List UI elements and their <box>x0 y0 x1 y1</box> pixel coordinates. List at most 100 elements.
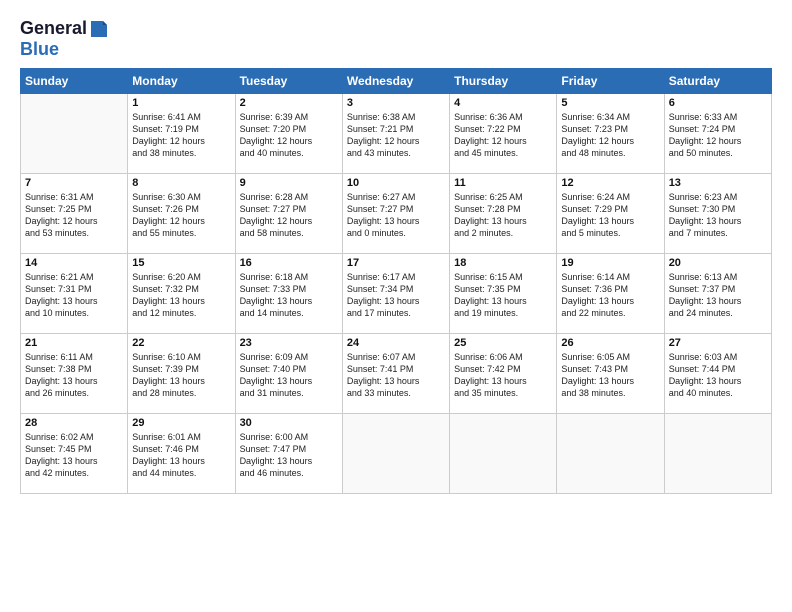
day-number: 9 <box>240 177 338 189</box>
calendar-cell: 20 Sunrise: 6:13 AM Sunset: 7:37 PM Dayli… <box>664 254 771 334</box>
day-number: 4 <box>454 97 552 109</box>
calendar-cell: 18 Sunrise: 6:15 AM Sunset: 7:35 PM Dayli… <box>450 254 557 334</box>
day-info: Sunrise: 6:38 AM Sunset: 7:21 PM Dayligh… <box>347 111 445 160</box>
day-number: 8 <box>132 177 230 189</box>
day-info: Sunrise: 6:27 AM Sunset: 7:27 PM Dayligh… <box>347 191 445 240</box>
calendar-cell: 2Sunrise: 6:39 AM Sunset: 7:20 PM Daylig… <box>235 94 342 174</box>
calendar-table: SundayMondayTuesdayWednesdayThursdayFrid… <box>20 68 772 494</box>
calendar-cell <box>557 414 664 494</box>
day-info: Sunrise: 6:34 AM Sunset: 7:23 PM Dayligh… <box>561 111 659 160</box>
calendar-cell: 26 Sunrise: 6:05 AM Sunset: 7:43 PM Dayli… <box>557 334 664 414</box>
day-info: Sunrise: 6:20 AM Sunset: 7:32 PM Dayligh… <box>132 271 230 320</box>
day-number: 28 <box>25 417 123 429</box>
day-info: Sunrise: 6:21 AM Sunset: 7:31 PM Dayligh… <box>25 271 123 320</box>
day-number: 12 <box>561 177 659 189</box>
day-info: Sunrise: 6:28 AM Sunset: 7:27 PM Dayligh… <box>240 191 338 240</box>
calendar-week-2: 7 Sunrise: 6:31 AM Sunset: 7:25 PM Daylig… <box>21 174 772 254</box>
calendar-week-3: 14Sunrise: 6:21 AM Sunset: 7:31 PM Dayli… <box>21 254 772 334</box>
day-number: 18 <box>454 257 552 269</box>
calendar-cell <box>450 414 557 494</box>
calendar-header-row: SundayMondayTuesdayWednesdayThursdayFrid… <box>21 69 772 94</box>
calendar-cell: 11 Sunrise: 6:25 AM Sunset: 7:28 PM Dayli… <box>450 174 557 254</box>
day-number: 16 <box>240 257 338 269</box>
day-number: 17 <box>347 257 445 269</box>
day-info: Sunrise: 6:11 AM Sunset: 7:38 PM Dayligh… <box>25 351 123 400</box>
calendar-cell: 15Sunrise: 6:20 AM Sunset: 7:32 PM Dayli… <box>128 254 235 334</box>
col-header-monday: Monday <box>128 69 235 94</box>
day-info: Sunrise: 6:17 AM Sunset: 7:34 PM Dayligh… <box>347 271 445 320</box>
day-number: 10 <box>347 177 445 189</box>
calendar-cell: 12 Sunrise: 6:24 AM Sunset: 7:29 PM Dayli… <box>557 174 664 254</box>
day-info: Sunrise: 6:33 AM Sunset: 7:24 PM Dayligh… <box>669 111 767 160</box>
day-info: Sunrise: 6:30 AM Sunset: 7:26 PM Dayligh… <box>132 191 230 240</box>
day-number: 5 <box>561 97 659 109</box>
calendar-cell: 23Sunrise: 6:09 AM Sunset: 7:40 PM Dayli… <box>235 334 342 414</box>
calendar-week-1: 1Sunrise: 6:41 AM Sunset: 7:19 PM Daylig… <box>21 94 772 174</box>
day-number: 21 <box>25 337 123 349</box>
day-number: 11 <box>454 177 552 189</box>
calendar-cell <box>664 414 771 494</box>
calendar-cell: 22 Sunrise: 6:10 AM Sunset: 7:39 PM Dayli… <box>128 334 235 414</box>
day-info: Sunrise: 6:05 AM Sunset: 7:43 PM Dayligh… <box>561 351 659 400</box>
logo-general-text: General <box>20 18 87 39</box>
calendar-cell: 8 Sunrise: 6:30 AM Sunset: 7:26 PM Daylig… <box>128 174 235 254</box>
day-number: 13 <box>669 177 767 189</box>
day-info: Sunrise: 6:07 AM Sunset: 7:41 PM Dayligh… <box>347 351 445 400</box>
day-number: 26 <box>561 337 659 349</box>
day-info: Sunrise: 6:41 AM Sunset: 7:19 PM Dayligh… <box>132 111 230 160</box>
day-info: Sunrise: 6:02 AM Sunset: 7:45 PM Dayligh… <box>25 431 123 480</box>
day-info: Sunrise: 6:01 AM Sunset: 7:46 PM Dayligh… <box>132 431 230 480</box>
calendar-cell: 30 Sunrise: 6:00 AM Sunset: 7:47 PM Dayli… <box>235 414 342 494</box>
day-info: Sunrise: 6:15 AM Sunset: 7:35 PM Dayligh… <box>454 271 552 320</box>
day-info: Sunrise: 6:23 AM Sunset: 7:30 PM Dayligh… <box>669 191 767 240</box>
day-info: Sunrise: 6:09 AM Sunset: 7:40 PM Dayligh… <box>240 351 338 400</box>
logo-blue-text: Blue <box>20 39 59 59</box>
calendar-week-5: 28 Sunrise: 6:02 AM Sunset: 7:45 PM Dayli… <box>21 414 772 494</box>
day-info: Sunrise: 6:31 AM Sunset: 7:25 PM Dayligh… <box>25 191 123 240</box>
calendar-cell: 5 Sunrise: 6:34 AM Sunset: 7:23 PM Daylig… <box>557 94 664 174</box>
calendar-week-4: 21 Sunrise: 6:11 AM Sunset: 7:38 PM Dayli… <box>21 334 772 414</box>
day-number: 30 <box>240 417 338 429</box>
logo: General Blue <box>20 18 109 60</box>
calendar-cell: 14Sunrise: 6:21 AM Sunset: 7:31 PM Dayli… <box>21 254 128 334</box>
day-number: 20 <box>669 257 767 269</box>
day-info: Sunrise: 6:39 AM Sunset: 7:20 PM Dayligh… <box>240 111 338 160</box>
calendar-cell: 17 Sunrise: 6:17 AM Sunset: 7:34 PM Dayli… <box>342 254 449 334</box>
day-info: Sunrise: 6:25 AM Sunset: 7:28 PM Dayligh… <box>454 191 552 240</box>
day-info: Sunrise: 6:24 AM Sunset: 7:29 PM Dayligh… <box>561 191 659 240</box>
day-number: 3 <box>347 97 445 109</box>
day-number: 27 <box>669 337 767 349</box>
day-info: Sunrise: 6:06 AM Sunset: 7:42 PM Dayligh… <box>454 351 552 400</box>
col-header-friday: Friday <box>557 69 664 94</box>
day-info: Sunrise: 6:13 AM Sunset: 7:37 PM Dayligh… <box>669 271 767 320</box>
day-number: 7 <box>25 177 123 189</box>
day-number: 24 <box>347 337 445 349</box>
day-info: Sunrise: 6:18 AM Sunset: 7:33 PM Dayligh… <box>240 271 338 320</box>
calendar-cell <box>21 94 128 174</box>
day-number: 22 <box>132 337 230 349</box>
page: General Blue SundayMondayTuesdayWednesda… <box>0 0 792 612</box>
calendar-cell: 19 Sunrise: 6:14 AM Sunset: 7:36 PM Dayli… <box>557 254 664 334</box>
day-number: 6 <box>669 97 767 109</box>
calendar-cell: 13 Sunrise: 6:23 AM Sunset: 7:30 PM Dayli… <box>664 174 771 254</box>
col-header-wednesday: Wednesday <box>342 69 449 94</box>
calendar-cell: 6 Sunrise: 6:33 AM Sunset: 7:24 PM Daylig… <box>664 94 771 174</box>
day-info: Sunrise: 6:10 AM Sunset: 7:39 PM Dayligh… <box>132 351 230 400</box>
calendar-cell: 7 Sunrise: 6:31 AM Sunset: 7:25 PM Daylig… <box>21 174 128 254</box>
col-header-saturday: Saturday <box>664 69 771 94</box>
day-info: Sunrise: 6:03 AM Sunset: 7:44 PM Dayligh… <box>669 351 767 400</box>
day-info: Sunrise: 6:14 AM Sunset: 7:36 PM Dayligh… <box>561 271 659 320</box>
day-number: 29 <box>132 417 230 429</box>
calendar-cell <box>342 414 449 494</box>
calendar-cell: 3 Sunrise: 6:38 AM Sunset: 7:21 PM Daylig… <box>342 94 449 174</box>
day-number: 19 <box>561 257 659 269</box>
logo-icon <box>89 19 109 39</box>
calendar-cell: 27 Sunrise: 6:03 AM Sunset: 7:44 PM Dayli… <box>664 334 771 414</box>
calendar-cell: 21 Sunrise: 6:11 AM Sunset: 7:38 PM Dayli… <box>21 334 128 414</box>
day-number: 25 <box>454 337 552 349</box>
header: General Blue <box>20 18 772 60</box>
col-header-sunday: Sunday <box>21 69 128 94</box>
calendar-cell: 25 Sunrise: 6:06 AM Sunset: 7:42 PM Dayli… <box>450 334 557 414</box>
day-info: Sunrise: 6:00 AM Sunset: 7:47 PM Dayligh… <box>240 431 338 480</box>
day-info: Sunrise: 6:36 AM Sunset: 7:22 PM Dayligh… <box>454 111 552 160</box>
